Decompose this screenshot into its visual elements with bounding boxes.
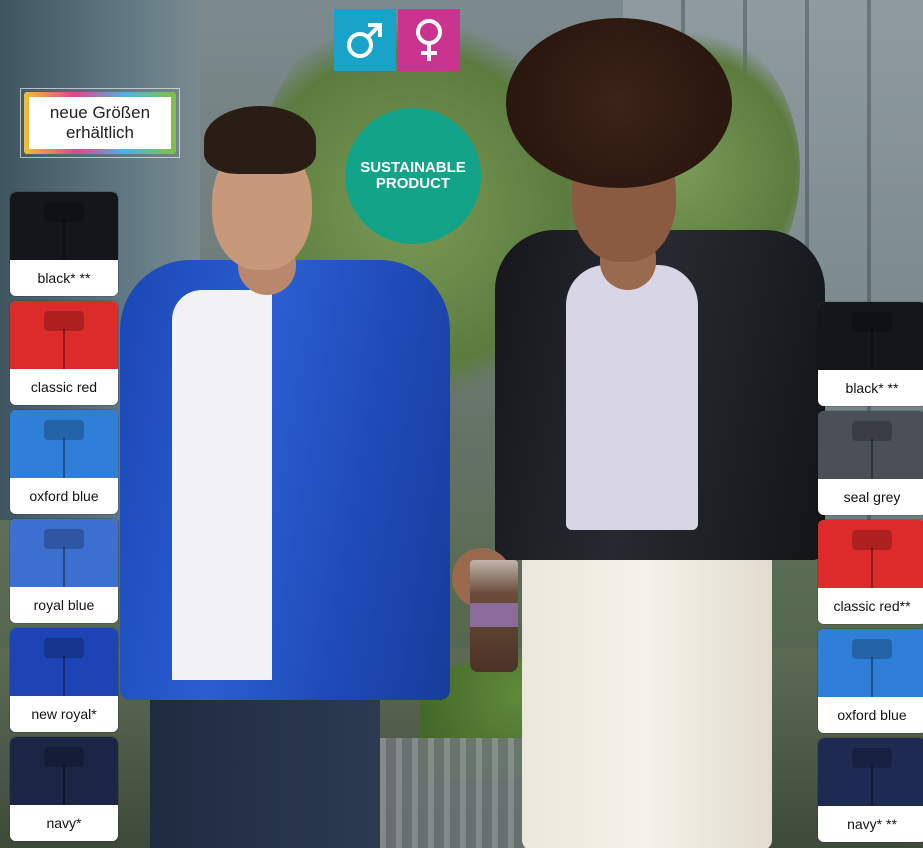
- hair: [204, 106, 316, 174]
- jacket-thumbnail: [818, 411, 923, 479]
- color-swatch[interactable]: classic red**: [818, 520, 923, 624]
- new-sizes-line2: erhältlich: [65, 123, 135, 142]
- sustainable-product-badge: SUSTAINABLE PRODUCT: [345, 108, 481, 244]
- swatch-label: navy*: [10, 805, 118, 841]
- color-swatch[interactable]: new royal*: [10, 628, 118, 732]
- lilac-top: [566, 265, 698, 530]
- swatch-label: black* **: [818, 370, 923, 406]
- jacket-thumbnail: [818, 738, 923, 806]
- color-swatch[interactable]: navy* **: [818, 738, 923, 842]
- color-swatch[interactable]: seal grey: [818, 411, 923, 515]
- swatch-label: oxford blue: [818, 697, 923, 733]
- color-swatch[interactable]: oxford blue: [10, 410, 118, 514]
- new-sizes-frame: neue Größen erhältlich: [24, 92, 176, 154]
- jacket-thumbnail: [10, 628, 118, 696]
- jacket-thumbnail: [10, 192, 118, 260]
- swatch-label: royal blue: [10, 587, 118, 623]
- swatch-label: navy* **: [818, 806, 923, 842]
- color-swatch[interactable]: black* **: [818, 302, 923, 406]
- cup-sleeve: [470, 602, 518, 628]
- jacket-thumbnail: [10, 301, 118, 369]
- sustainable-line1: SUSTAINABLE: [360, 159, 466, 176]
- color-swatch[interactable]: royal blue: [10, 519, 118, 623]
- male-badge: ♂: [334, 9, 396, 71]
- swatch-label: new royal*: [10, 696, 118, 732]
- sustainable-line2: PRODUCT: [375, 175, 451, 192]
- color-swatch[interactable]: black* **: [10, 192, 118, 296]
- jacket-thumbnail: [10, 410, 118, 478]
- jacket-thumbnail: [818, 520, 923, 588]
- hair: [506, 18, 732, 188]
- coffee-cup: [470, 560, 518, 672]
- color-swatch[interactable]: navy*: [10, 737, 118, 841]
- new-sizes-line1: neue Größen: [49, 103, 151, 122]
- blue-softshell-jacket: [120, 260, 450, 700]
- color-swatch[interactable]: classic red: [10, 301, 118, 405]
- jacket-thumbnail: [818, 302, 923, 370]
- swatch-label: oxford blue: [10, 478, 118, 514]
- new-sizes-badge: neue Größen erhältlich: [20, 88, 180, 158]
- male-symbol-icon: [347, 23, 382, 58]
- swatch-label: classic red: [10, 369, 118, 405]
- swatch-label: classic red**: [818, 588, 923, 624]
- female-badge: ♀: [398, 9, 460, 71]
- cream-trousers: [522, 520, 772, 848]
- female-symbol-icon: [416, 19, 442, 61]
- jacket-thumbnail: [818, 629, 923, 697]
- color-swatch[interactable]: oxford blue: [818, 629, 923, 733]
- white-sweatshirt: [172, 290, 272, 680]
- jacket-thumbnail: [10, 737, 118, 805]
- swatch-label: black* **: [10, 260, 118, 296]
- jacket-thumbnail: [10, 519, 118, 587]
- swatch-label: seal grey: [818, 479, 923, 515]
